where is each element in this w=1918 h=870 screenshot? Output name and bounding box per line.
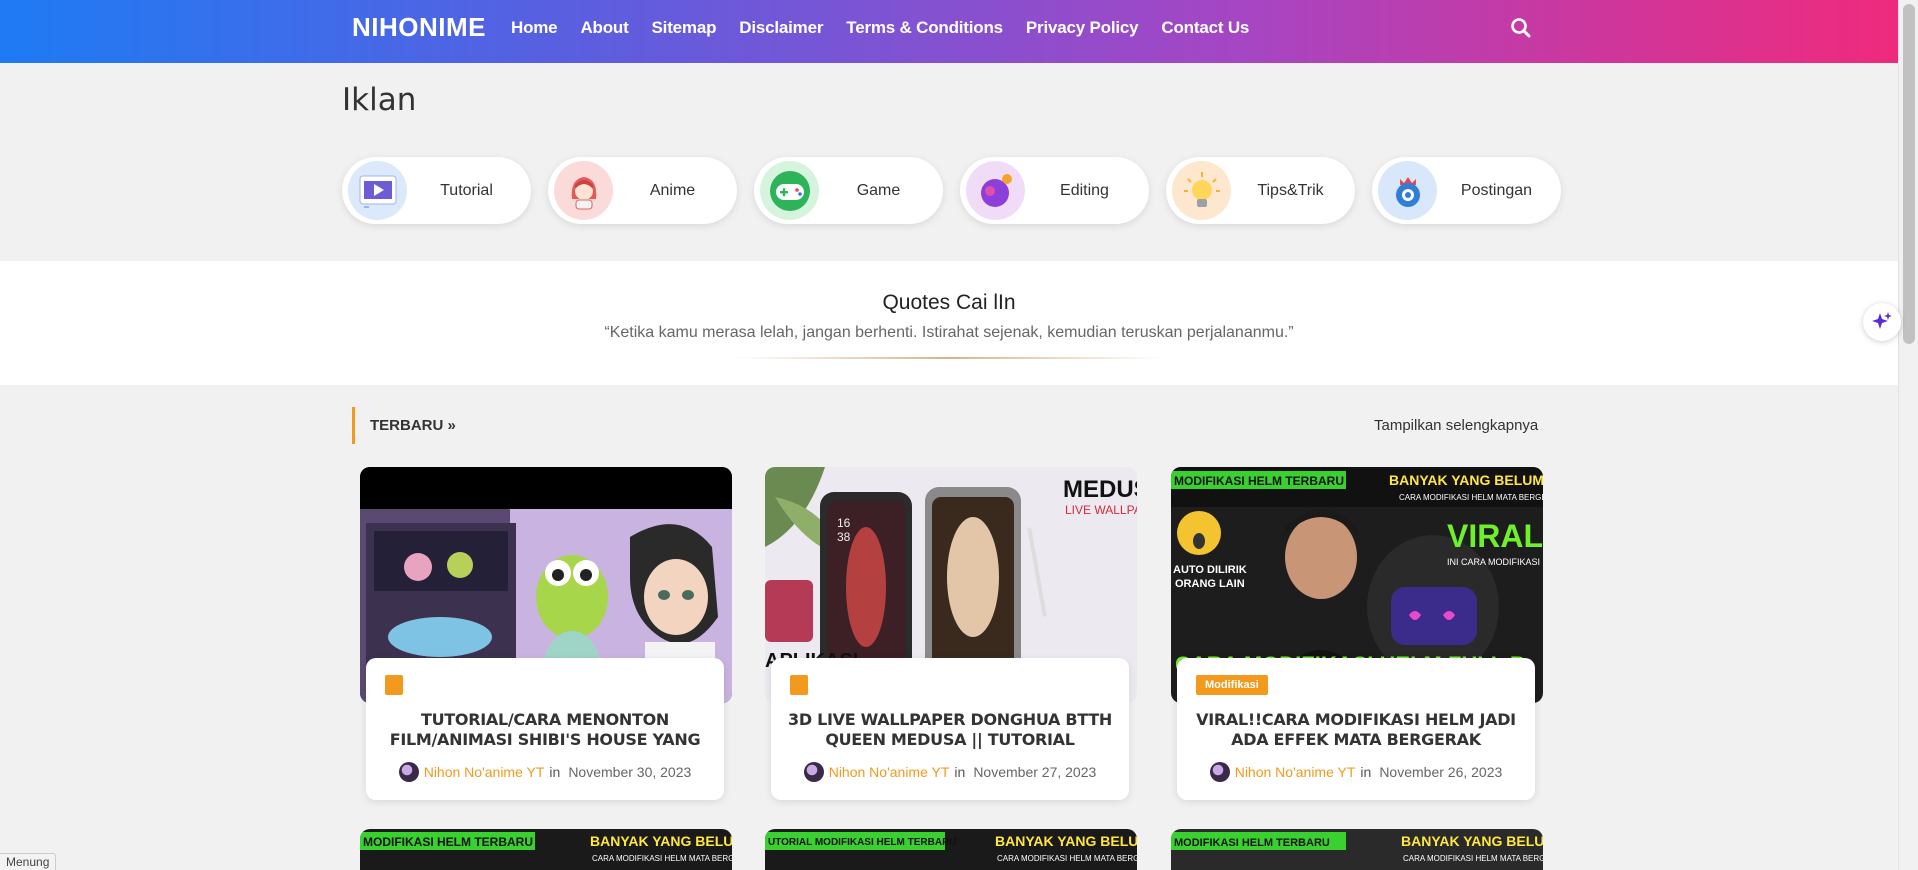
category-editing[interactable]: Editing [960, 157, 1149, 224]
quote-text: “Ketika kamu merasa lelah, jangan berhen… [604, 324, 1294, 341]
post-thumbnail[interactable]: MODIFIKASI HELM TERBARU BANYAK YANG BELU… [1171, 829, 1543, 870]
page-scrollbar[interactable] [1898, 0, 1918, 870]
category-badge[interactable] [385, 675, 403, 695]
scroll-thumb[interactable] [1903, 4, 1915, 344]
video-icon [348, 161, 407, 220]
thumb-text: BANYAK YANG BELUM [995, 833, 1137, 849]
thumb-text: ORANG LAIN [1175, 578, 1245, 590]
post-title[interactable]: 3D LIVE WALLPAPER DONGHUA BTTH QUEEN MED… [787, 710, 1113, 750]
post-author[interactable]: Nihon No'anime YT [829, 764, 950, 780]
nav-privacy[interactable]: Privacy Policy [1026, 18, 1139, 38]
thumb-text: LIVE WALLPA [1065, 503, 1137, 517]
category-label: Game [856, 181, 901, 199]
thumb-text: CARA MODIFIKASI HELM MATA BERGER [997, 854, 1137, 863]
search-icon[interactable] [1508, 15, 1534, 41]
thumb-text: AUTO DILIRIK [1173, 564, 1247, 576]
sparkle-icon[interactable] [1863, 303, 1901, 341]
post-card[interactable]: MODIFIKASI HELM TERBARU BANYAK YANG BELU… [1171, 467, 1543, 800]
category-label: Editing [1060, 181, 1109, 199]
page-title: Iklan [342, 82, 417, 118]
thumb-text: BANYAK YANG BELUM [590, 833, 732, 849]
site-logo[interactable]: NIHONIME [352, 12, 486, 43]
nav-home[interactable]: Home [511, 18, 558, 38]
category-label: Postingan [1460, 181, 1533, 199]
thumb-text: MEDUS [1063, 476, 1137, 503]
anime-girl-icon [554, 161, 613, 220]
post-info: 3D LIVE WALLPAPER DONGHUA BTTH QUEEN MED… [771, 658, 1129, 800]
thumb-text: CARA MODIFIKASI HELM MATA BERGER [1399, 493, 1543, 502]
nav-about[interactable]: About [580, 18, 628, 38]
post-card[interactable]: MEDUS LIVE WALLPA APLIKASI 16 38 3D LIVE… [765, 467, 1137, 800]
quote-section: Quotes Cai lIn “Ketika kamu merasa lelah… [0, 261, 1898, 385]
nav-disclaimer[interactable]: Disclaimer [739, 18, 823, 38]
category-anime[interactable]: Anime [548, 157, 737, 224]
thumb-text: VIRAL ! [1447, 518, 1543, 554]
avatar [803, 762, 824, 782]
category-postingan[interactable]: Postingan [1372, 157, 1561, 224]
nav-contact[interactable]: Contact Us [1161, 18, 1249, 38]
category-badge[interactable]: Modifikasi [1196, 675, 1268, 695]
post-meta: Nihon No'anime YT in November 30, 2023 [366, 762, 724, 782]
category-tips-trik[interactable]: Tips&Trik [1166, 157, 1355, 224]
category-list: Tutorial Anime Game Editing Tips&Trik Po… [342, 157, 1561, 224]
show-more-link[interactable]: Tampilkan selengkapnya [1374, 417, 1538, 434]
post-card[interactable]: TUTORIAL/CARA MENONTON FILM/ANIMASI SHIB… [360, 467, 732, 800]
post-date: November 27, 2023 [973, 764, 1097, 780]
post-thumbnail[interactable]: MODIFIKASI HELM TERBARU BANYAK YANG BELU… [360, 829, 732, 870]
thumb-text: 16 [837, 516, 851, 530]
post-thumbnail[interactable]: UTORIAL MODIFIKASI HELM TERBARU BANYAK Y… [765, 829, 1137, 870]
post-author[interactable]: Nihon No'anime YT [424, 764, 545, 780]
thumb-text: INI CARA MODIFIKASI [1447, 557, 1540, 567]
avatar [398, 762, 419, 782]
thumb-text: MODIFIKASI HELM TERBARU [1174, 837, 1330, 849]
meta-in-label: in [549, 764, 561, 780]
category-tutorial[interactable]: Tutorial [342, 157, 531, 224]
post-title[interactable]: VIRAL!!CARA MODIFIKASI HELM JADI ADA EFF… [1193, 710, 1519, 750]
thumb-text: CARA MODIFIKASI HELM MATA BERGER [1403, 854, 1543, 863]
thumb-text: BANYAK YANG BELUM [1401, 833, 1543, 849]
category-label: Tips&Trik [1257, 181, 1324, 199]
meta-in-label: in [954, 764, 966, 780]
section-title[interactable]: TERBARU » [370, 417, 456, 434]
thumb-text: MODIFIKASI HELM TERBARU [363, 835, 533, 849]
post-author[interactable]: Nihon No'anime YT [1235, 764, 1356, 780]
quote-title: Quotes Cai lIn [882, 291, 1016, 314]
main-nav: Home About Sitemap Disclaimer Terms & Co… [511, 18, 1249, 38]
category-label: Anime [649, 181, 696, 199]
thumb-text: BANYAK YANG BELUM T [1389, 472, 1543, 488]
section-accent [352, 407, 355, 444]
thumb-text: UTORIAL MODIFIKASI HELM TERBARU [768, 837, 957, 848]
gamepad-icon [760, 161, 819, 220]
paint-icon [966, 161, 1025, 220]
post-date: November 26, 2023 [1379, 764, 1503, 780]
post-meta: Nihon No'anime YT in November 26, 2023 [1177, 762, 1535, 782]
lightbulb-icon [1172, 161, 1231, 220]
category-label: Tutorial [440, 181, 493, 199]
post-info: Modifikasi VIRAL!!CARA MODIFIKASI HELM J… [1177, 658, 1535, 800]
nav-sitemap[interactable]: Sitemap [652, 18, 717, 38]
thumb-text: CARA MODIFIKASI HELM MATA BERGER [592, 854, 732, 863]
post-date: November 30, 2023 [568, 764, 692, 780]
browser-status-bar: Menung [0, 853, 57, 870]
thumb-text: MODIFIKASI HELM TERBARU [1174, 474, 1344, 488]
post-info: TUTORIAL/CARA MENONTON FILM/ANIMASI SHIB… [366, 658, 724, 800]
top-navbar: NIHONIME Home About Sitemap Disclaimer T… [0, 0, 1898, 63]
meta-in-label: in [1360, 764, 1372, 780]
category-game[interactable]: Game [754, 157, 943, 224]
post-icon [1378, 161, 1437, 220]
thumb-text: 38 [837, 530, 851, 544]
avatar [1209, 762, 1230, 782]
category-badge[interactable] [790, 675, 808, 695]
post-meta: Nihon No'anime YT in November 27, 2023 [771, 762, 1129, 782]
quote-divider [734, 357, 1164, 359]
nav-terms[interactable]: Terms & Conditions [846, 18, 1003, 38]
post-title[interactable]: TUTORIAL/CARA MENONTON FILM/ANIMASI SHIB… [382, 710, 708, 750]
